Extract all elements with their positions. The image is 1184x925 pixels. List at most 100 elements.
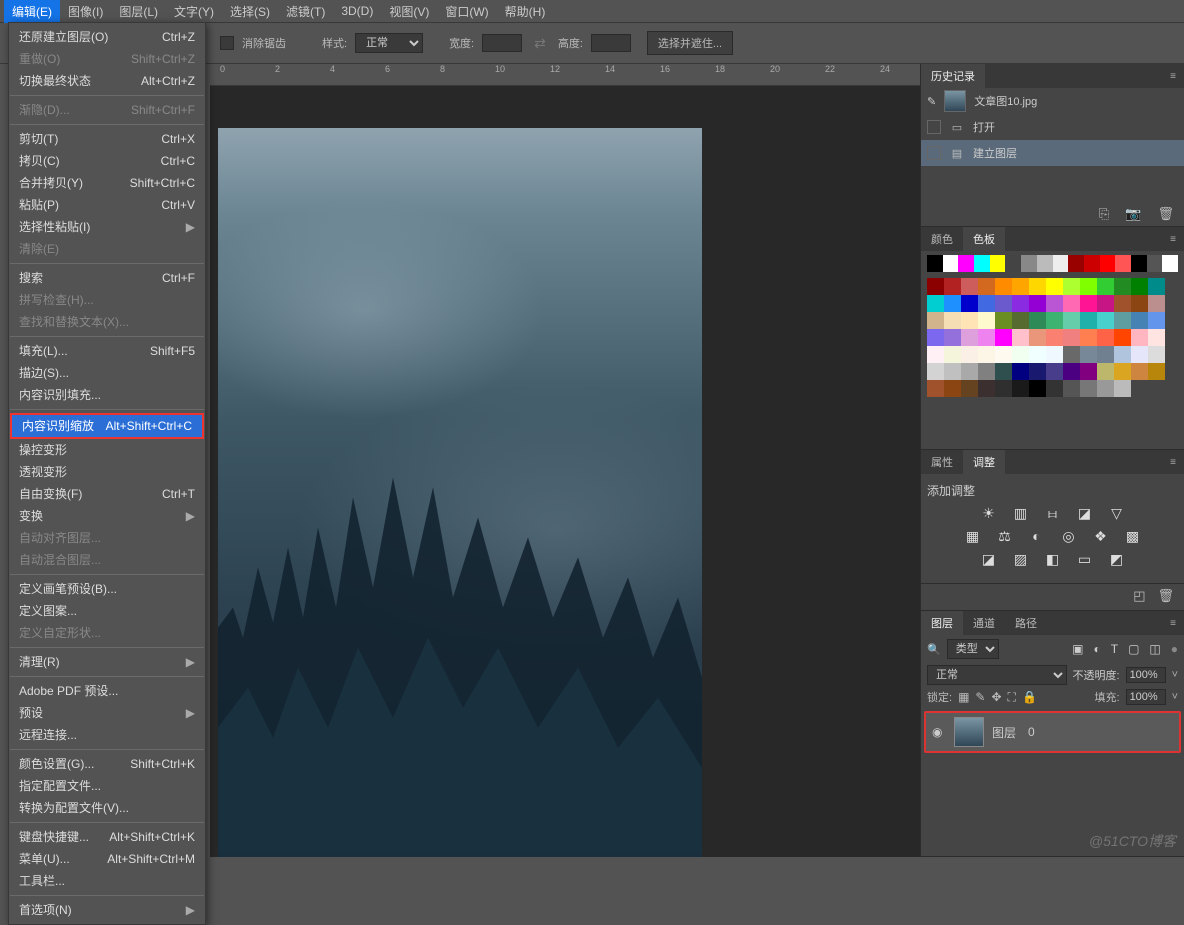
swatch[interactable] [1080, 312, 1097, 329]
swatch[interactable] [1029, 278, 1046, 295]
swatch[interactable] [1097, 380, 1114, 397]
swatch[interactable] [927, 312, 944, 329]
antialias-check[interactable] [220, 36, 234, 50]
menu-item-Adobe PDF 预设...[interactable]: Adobe PDF 预设... [9, 680, 205, 702]
filter-adjust-icon[interactable]: ◐ [1093, 642, 1100, 656]
swatch[interactable] [995, 312, 1012, 329]
swatch[interactable] [978, 346, 995, 363]
swatch[interactable] [1131, 312, 1148, 329]
swatch[interactable] [974, 255, 990, 272]
width-field[interactable] [482, 34, 522, 52]
blend-mode-select[interactable]: 正常 [927, 665, 1067, 685]
menu-窗口(W)[interactable]: 窗口(W) [437, 0, 496, 23]
swatch[interactable] [927, 346, 944, 363]
swatch[interactable] [1148, 363, 1165, 380]
posterize-icon[interactable]: ▨ [1012, 551, 1030, 568]
menu-item-定义画笔预设(B)...[interactable]: 定义画笔预设(B)... [9, 578, 205, 600]
lock-artboard-icon[interactable]: ⛶ [1008, 690, 1016, 705]
swatch[interactable] [961, 295, 978, 312]
tab-history[interactable]: 历史记录 [921, 64, 985, 88]
balance-icon[interactable]: ⚖ [996, 528, 1014, 545]
menu-编辑(E)[interactable]: 编辑(E) [4, 0, 60, 23]
swatch[interactable] [961, 380, 978, 397]
swatch[interactable] [978, 278, 995, 295]
history-step-newlayer[interactable]: ▤ 建立图层 [921, 140, 1184, 166]
menu-item-菜单(U)...[interactable]: 菜单(U)...Alt+Shift+Ctrl+M [9, 848, 205, 870]
menu-item-剪切(T)[interactable]: 剪切(T)Ctrl+X [9, 128, 205, 150]
menu-item-操控变形[interactable]: 操控变形 [9, 439, 205, 461]
tab-adjustments[interactable]: 调整 [963, 450, 1005, 474]
swatch[interactable] [1046, 346, 1063, 363]
swatch[interactable] [995, 295, 1012, 312]
menu-item-内容识别缩放[interactable]: 内容识别缩放Alt+Shift+Ctrl+C [12, 415, 202, 437]
trash-icon[interactable]: 🗑 [1157, 206, 1174, 222]
swatch[interactable] [1097, 295, 1114, 312]
swatch[interactable] [1114, 278, 1131, 295]
exposure-icon[interactable]: ◪ [1076, 505, 1094, 522]
selective-color-icon[interactable]: ◩ [1108, 551, 1126, 568]
tab-swatches[interactable]: 色板 [963, 227, 1005, 251]
menu-item-定义图案...[interactable]: 定义图案... [9, 600, 205, 622]
hue-icon[interactable]: ▦ [964, 528, 982, 545]
swatch[interactable] [1029, 329, 1046, 346]
menu-item-合并拷贝(Y)[interactable]: 合并拷贝(Y)Shift+Ctrl+C [9, 172, 205, 194]
swatch[interactable] [1084, 255, 1100, 272]
swatch[interactable] [944, 278, 961, 295]
swatch[interactable] [961, 346, 978, 363]
tab-color[interactable]: 颜色 [921, 227, 963, 251]
menu-item-内容识别填充...[interactable]: 内容识别填充... [9, 384, 205, 406]
swatch[interactable] [1037, 255, 1053, 272]
swatch[interactable] [995, 329, 1012, 346]
new-doc-from-state-icon[interactable]: ⎘ [1099, 206, 1109, 222]
swatch[interactable] [927, 278, 944, 295]
swatch[interactable] [1148, 346, 1165, 363]
swatch[interactable] [1005, 255, 1021, 272]
height-field[interactable] [591, 34, 631, 52]
swatch[interactable] [958, 255, 974, 272]
lock-position-icon[interactable]: ✥ [991, 690, 1001, 704]
filter-shape-icon[interactable]: ▢ [1128, 642, 1139, 656]
swatch[interactable] [1012, 363, 1029, 380]
tab-layers[interactable]: 图层 [921, 611, 963, 635]
swatch[interactable] [1131, 363, 1148, 380]
photo-filter-icon[interactable]: ◎ [1060, 528, 1078, 545]
swatch[interactable] [1131, 278, 1148, 295]
swatch[interactable] [1063, 278, 1080, 295]
swatch[interactable] [1080, 346, 1097, 363]
swatch[interactable] [978, 363, 995, 380]
swatch[interactable] [1012, 380, 1029, 397]
menu-图层(L)[interactable]: 图层(L) [111, 0, 166, 23]
menu-item-指定配置文件...[interactable]: 指定配置文件... [9, 775, 205, 797]
swatch[interactable] [944, 329, 961, 346]
menu-滤镜(T)[interactable]: 滤镜(T) [278, 0, 333, 23]
swatch[interactable] [944, 363, 961, 380]
tab-properties[interactable]: 属性 [921, 450, 963, 474]
swatch[interactable] [944, 346, 961, 363]
lut-icon[interactable]: ▩ [1124, 528, 1142, 545]
menu-item-自由变换(F)[interactable]: 自由变换(F)Ctrl+T [9, 483, 205, 505]
menu-item-还原建立图层(O)[interactable]: 还原建立图层(O)Ctrl+Z [9, 26, 205, 48]
swatch[interactable] [1080, 380, 1097, 397]
menu-item-键盘快捷键...[interactable]: 键盘快捷键...Alt+Shift+Ctrl+K [9, 826, 205, 848]
lock-pixels-icon[interactable]: ▦ [958, 690, 969, 704]
swatch[interactable] [1097, 329, 1114, 346]
swatch[interactable] [1029, 346, 1046, 363]
swatch[interactable] [1131, 295, 1148, 312]
swatch[interactable] [1063, 346, 1080, 363]
swatch[interactable] [1046, 312, 1063, 329]
invert-icon[interactable]: ◪ [980, 551, 998, 568]
opacity-field[interactable] [1126, 667, 1166, 683]
swatch[interactable] [927, 380, 944, 397]
swatch[interactable] [1097, 312, 1114, 329]
menu-视图(V)[interactable]: 视图(V) [381, 0, 437, 23]
menu-文字(Y)[interactable]: 文字(Y) [166, 0, 222, 23]
swatch[interactable] [944, 295, 961, 312]
swatch[interactable] [1012, 329, 1029, 346]
swatch[interactable] [1114, 295, 1131, 312]
levels-icon[interactable]: ▥ [1012, 505, 1030, 522]
panel-menu-icon[interactable]: ≡ [1162, 618, 1184, 629]
swatch[interactable] [961, 312, 978, 329]
menu-item-工具栏...[interactable]: 工具栏... [9, 870, 205, 892]
history-source[interactable]: ✎ 文章图10.jpg [921, 88, 1184, 114]
swatch[interactable] [1046, 363, 1063, 380]
